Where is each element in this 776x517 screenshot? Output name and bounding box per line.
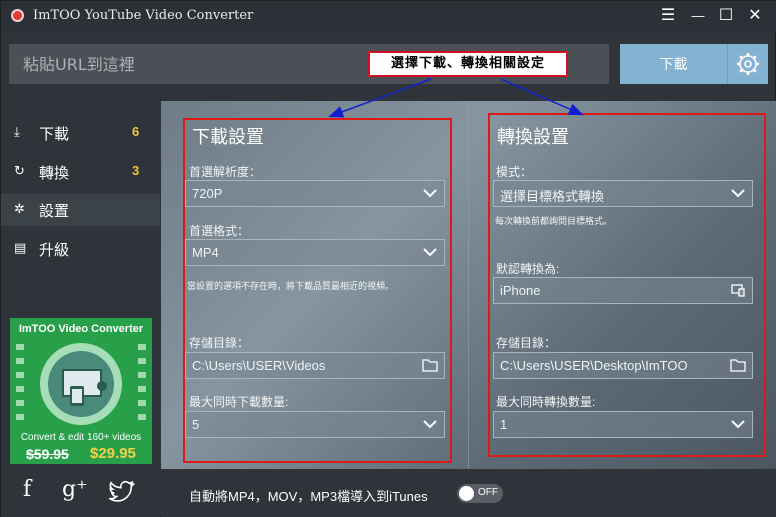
toggle-state: OFF <box>478 487 498 498</box>
default-convert-value: iPhone <box>500 283 541 298</box>
sidebar-item-convert[interactable]: ↻ 轉換 3 <box>1 156 160 188</box>
facebook-icon[interactable]: f <box>23 477 31 502</box>
menu-button[interactable]: ☰ <box>658 6 678 26</box>
callout-label: 選擇下載、轉換相關設定 <box>368 51 568 77</box>
promo-banner[interactable]: ImTOO Video Converter Convert & edit 160… <box>10 318 152 464</box>
convert-dir-value: C:\Users\USER\Desktop\ImTOO <box>500 358 688 373</box>
mode-select[interactable]: 選擇目標格式轉換 <box>493 180 753 207</box>
sidebar-item-label: 設置 <box>39 203 70 220</box>
convert-dir-label: 存儲目錄： <box>496 336 557 350</box>
promo-title: ImTOO Video Converter <box>18 323 144 335</box>
chevron-down-icon <box>731 420 745 429</box>
resolution-select[interactable]: 720P <box>185 180 445 207</box>
convert-settings-title: 轉換設置 <box>497 127 569 147</box>
max-downloads-label: 最大同時下載數量: <box>189 395 289 409</box>
max-downloads-value: 5 <box>192 417 200 432</box>
itunes-import-label: 自動將MP4，MOV，MP3檔導入到iTunes <box>189 489 428 504</box>
sidebar-item-label: 下載 <box>39 126 70 143</box>
chevron-down-icon <box>423 189 437 198</box>
download-dir-field[interactable]: C:\Users\USER\Videos <box>185 352 445 379</box>
download-dir-value: C:\Users\USER\Videos <box>192 358 326 373</box>
download-dir-label: 存儲目錄： <box>189 336 250 350</box>
maximize-button[interactable]: ☐ <box>716 6 736 26</box>
device-select-icon[interactable] <box>730 282 746 298</box>
resolution-value: 720P <box>192 186 223 201</box>
promo-old-price: $59.95 <box>26 446 69 462</box>
minimize-button[interactable]: — <box>688 6 708 26</box>
twitter-icon[interactable] <box>109 481 135 503</box>
download-button[interactable]: 下載 <box>620 44 728 84</box>
mode-note: 每次轉換前都詢問目標格式。 <box>495 216 613 226</box>
promo-new-price: $29.95 <box>90 445 136 462</box>
itunes-import-toggle[interactable]: OFF <box>457 484 503 503</box>
film-reel-icon <box>16 343 146 425</box>
format-note: 當設置的選項不存在時，將下載品質最相近的視頻。 <box>187 281 395 291</box>
sidebar-item-download[interactable]: ⤓ 下載 6 <box>1 117 160 149</box>
toggle-knob <box>459 486 474 501</box>
promo-description: Convert & edit 160+ videos <box>20 432 142 443</box>
gear-icon: ✲ <box>14 201 25 216</box>
mode-value: 選擇目標格式轉換 <box>500 189 605 204</box>
app-window: ImTOO YouTube Video Converter ☰ — ☐ ✕ 下載… <box>0 0 776 517</box>
max-converts-value: 1 <box>500 417 508 432</box>
close-button[interactable]: ✕ <box>745 6 765 26</box>
default-convert-field[interactable]: iPhone <box>493 277 753 304</box>
mode-label: 模式： <box>496 165 533 179</box>
default-convert-label: 默認轉換為: <box>496 262 560 276</box>
panel-divider <box>468 101 469 469</box>
convert-count-badge: 3 <box>132 163 140 178</box>
convert-icon: ↻ <box>14 163 25 178</box>
folder-icon[interactable] <box>730 357 746 373</box>
chevron-down-icon <box>423 420 437 429</box>
title-bar: ImTOO YouTube Video Converter ☰ — ☐ ✕ <box>1 1 776 31</box>
download-count-badge: 6 <box>132 124 140 139</box>
window-title: ImTOO YouTube Video Converter <box>33 8 254 23</box>
download-settings-title: 下載設置 <box>192 127 264 147</box>
chevron-down-icon <box>731 189 745 198</box>
resolution-label: 首選解析度： <box>189 165 262 179</box>
download-settings-button[interactable] <box>728 44 768 84</box>
gear-icon <box>737 53 759 75</box>
sidebar-item-upgrade[interactable]: ▤ 升級 <box>1 233 160 265</box>
google-plus-icon[interactable]: g⁺ <box>62 477 88 502</box>
app-logo-icon <box>11 9 24 22</box>
sidebar-item-label: 轉換 <box>39 165 70 182</box>
max-converts-label: 最大同時轉換數量: <box>496 395 596 409</box>
max-converts-select[interactable]: 1 <box>493 411 753 438</box>
sidebar-item-label: 升級 <box>39 242 70 259</box>
sidebar-item-settings[interactable]: ✲ 設置 <box>1 194 160 226</box>
max-downloads-select[interactable]: 5 <box>185 411 445 438</box>
upgrade-icon: ▤ <box>14 240 27 255</box>
chevron-down-icon <box>423 248 437 257</box>
format-value: MP4 <box>192 245 219 260</box>
convert-dir-field[interactable]: C:\Users\USER\Desktop\ImTOO <box>493 352 753 379</box>
download-icon: ⤓ <box>14 124 20 139</box>
format-label: 首選格式： <box>189 224 250 238</box>
folder-icon[interactable] <box>422 357 438 373</box>
format-select[interactable]: MP4 <box>185 239 445 266</box>
